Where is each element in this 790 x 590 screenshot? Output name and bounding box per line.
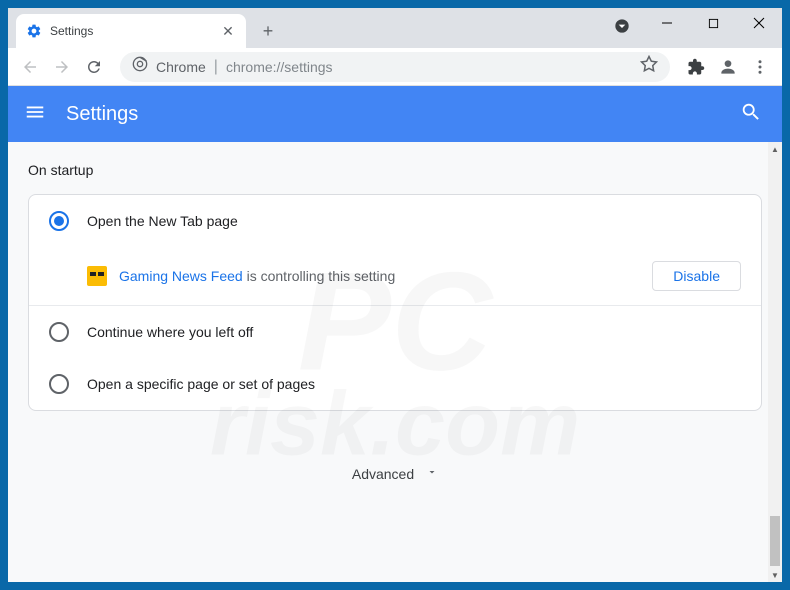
extension-name-link[interactable]: Gaming News Feed xyxy=(119,268,243,284)
controlled-text: Gaming News Feed is controlling this set… xyxy=(119,268,640,284)
browser-window: Settings ✕ + xyxy=(8,8,782,582)
address-url: chrome://settings xyxy=(226,59,632,75)
tab-title: Settings xyxy=(50,24,212,38)
settings-body: PC risk.com On startup Open the New Tab … xyxy=(8,142,782,582)
browser-tab[interactable]: Settings ✕ xyxy=(16,14,246,48)
option-label: Open the New Tab page xyxy=(87,213,238,229)
reload-button[interactable] xyxy=(80,53,108,81)
option-label: Open a specific page or set of pages xyxy=(87,376,315,392)
page-title: Settings xyxy=(66,103,138,126)
extensions-puzzle-icon[interactable] xyxy=(682,53,710,81)
option-label: Continue where you left off xyxy=(87,324,253,340)
settings-gear-icon xyxy=(26,23,42,39)
browser-toolbar: Chrome | chrome://settings xyxy=(8,48,782,86)
disable-button[interactable]: Disable xyxy=(652,261,741,291)
advanced-toggle[interactable]: Advanced xyxy=(28,451,762,497)
search-icon[interactable] xyxy=(740,101,762,128)
window-controls xyxy=(644,8,782,38)
forward-button[interactable] xyxy=(48,53,76,81)
settings-header: Settings xyxy=(8,86,782,142)
extension-icon xyxy=(87,266,107,286)
new-tab-button[interactable]: + xyxy=(254,17,282,45)
profile-avatar-icon[interactable] xyxy=(714,53,742,81)
advanced-label: Advanced xyxy=(352,466,414,482)
controlled-by-extension-row: Gaming News Feed is controlling this set… xyxy=(29,247,761,306)
option-continue[interactable]: Continue where you left off xyxy=(29,306,761,358)
radio-new-tab[interactable] xyxy=(49,211,69,231)
tab-action-icon[interactable] xyxy=(612,16,632,36)
scroll-down-arrow-icon[interactable]: ▼ xyxy=(768,568,782,582)
scrollbar[interactable]: ▲ ▼ xyxy=(768,142,782,582)
scroll-thumb[interactable] xyxy=(770,516,780,566)
radio-specific[interactable] xyxy=(49,374,69,394)
minimize-button[interactable] xyxy=(644,8,690,38)
controlled-suffix: is controlling this setting xyxy=(243,268,396,284)
close-window-button[interactable] xyxy=(736,8,782,38)
option-new-tab[interactable]: Open the New Tab page xyxy=(29,195,761,247)
chrome-icon xyxy=(132,56,148,77)
scroll-up-arrow-icon[interactable]: ▲ xyxy=(768,142,782,156)
section-title: On startup xyxy=(28,162,762,178)
option-specific[interactable]: Open a specific page or set of pages xyxy=(29,358,761,410)
maximize-button[interactable] xyxy=(690,8,736,38)
startup-options-card: Open the New Tab page Gaming News Feed i… xyxy=(28,194,762,411)
close-tab-icon[interactable]: ✕ xyxy=(220,23,236,39)
address-bar[interactable]: Chrome | chrome://settings xyxy=(120,52,670,82)
address-label: Chrome xyxy=(156,59,206,75)
back-button[interactable] xyxy=(16,53,44,81)
radio-continue[interactable] xyxy=(49,322,69,342)
content-area: Settings PC risk.com On startup Open the… xyxy=(8,86,782,582)
hamburger-menu-icon[interactable] xyxy=(24,101,46,128)
titlebar: Settings ✕ + xyxy=(8,8,782,48)
kebab-menu-icon[interactable] xyxy=(746,53,774,81)
address-divider: | xyxy=(214,58,218,76)
bookmark-star-icon[interactable] xyxy=(640,55,658,78)
chevron-down-icon xyxy=(426,465,438,483)
